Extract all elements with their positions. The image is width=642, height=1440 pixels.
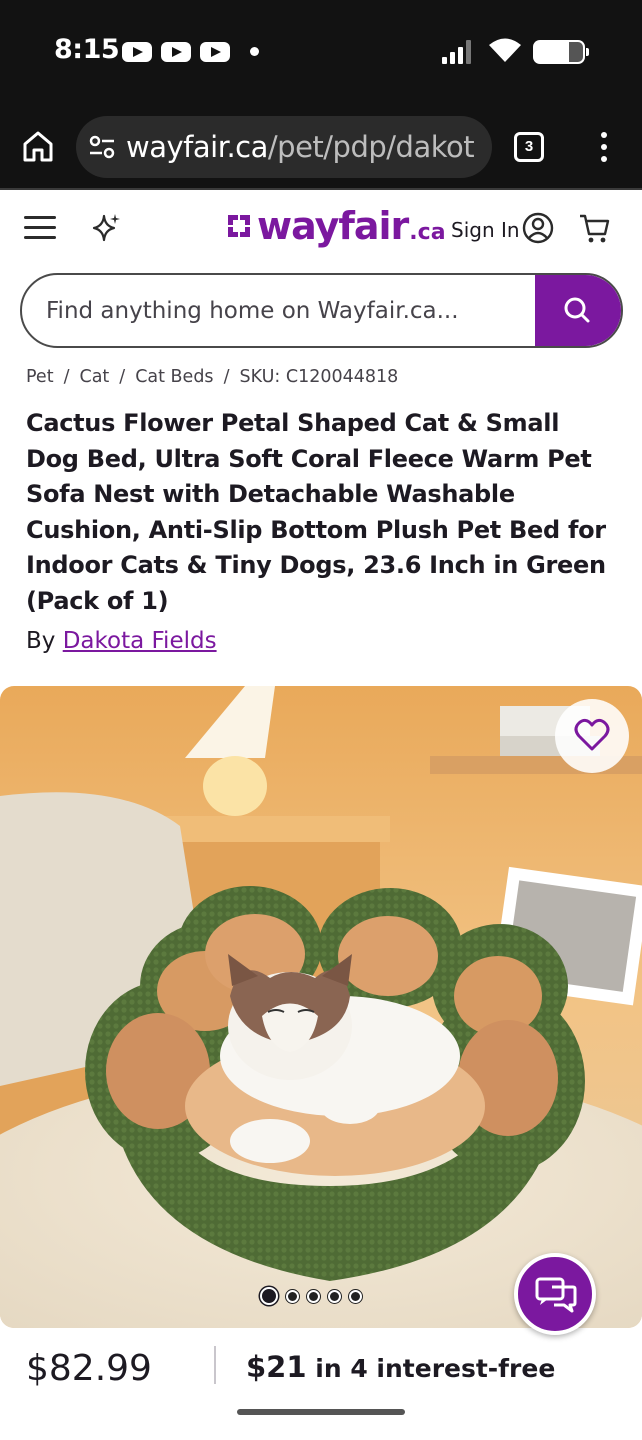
product-image[interactable] (0, 686, 642, 1328)
carousel-dot[interactable] (260, 1287, 278, 1305)
financing-terms: in 4 interest-free (306, 1354, 556, 1383)
url-domain: wayfair.ca (126, 130, 268, 164)
logo-suffix: .ca (409, 219, 446, 245)
youtube-notification-icon (122, 42, 152, 62)
brand-link[interactable]: Dakota Fields (63, 628, 217, 654)
site-settings-icon[interactable] (88, 134, 116, 160)
wifi-icon (489, 38, 521, 62)
url-text: wayfair.ca/pet/pdp/dakot (126, 130, 482, 164)
breadcrumb-separator: / (63, 367, 70, 387)
youtube-notification-icon (200, 42, 230, 62)
breadcrumb-item-pet[interactable]: Pet (26, 367, 54, 387)
youtube-notification-icon (161, 42, 191, 62)
carousel-dot[interactable] (286, 1289, 299, 1303)
address-bar[interactable]: wayfair.ca/pet/pdp/dakot (76, 116, 492, 178)
account-icon[interactable] (522, 212, 554, 244)
favorite-button[interactable] (555, 699, 629, 773)
by-label: By (26, 628, 56, 654)
more-notifications-icon (250, 47, 259, 56)
financing-amount: $21 (246, 1350, 307, 1384)
home-indicator[interactable] (237, 1409, 405, 1415)
menu-icon[interactable] (24, 216, 56, 240)
url-path: /pet/pdp/dakot (267, 130, 475, 164)
search-bar (20, 273, 623, 348)
wayfair-logo[interactable]: wayfair .ca (224, 204, 446, 248)
tab-switcher-button[interactable]: 3 (514, 132, 544, 162)
status-time: 8:15 (54, 34, 120, 65)
logo-text: wayfair (257, 204, 409, 248)
home-icon[interactable] (20, 128, 56, 164)
site-header: wayfair .ca Sign In (0, 192, 642, 266)
search-icon (564, 297, 590, 323)
chat-icon (535, 1277, 577, 1313)
image-carousel-dots (260, 1287, 362, 1305)
product-price: $82.99 (26, 1348, 152, 1389)
breadcrumb-separator: / (119, 367, 126, 387)
search-input[interactable] (46, 275, 536, 346)
sign-in-link[interactable]: Sign In (451, 218, 520, 242)
carousel-dot[interactable] (307, 1289, 320, 1303)
carousel-dot[interactable] (349, 1289, 362, 1303)
signal-icon (442, 40, 476, 64)
price-divider (214, 1346, 216, 1384)
breadcrumb-separator: / (223, 367, 230, 387)
carousel-dot[interactable] (328, 1289, 341, 1303)
financing-text: $21 in 4 interest-free (246, 1350, 555, 1384)
cart-icon[interactable] (578, 212, 610, 244)
chat-button[interactable] (514, 1253, 596, 1335)
brand-byline: By Dakota Fields (26, 628, 217, 654)
heart-icon (574, 718, 610, 751)
sparkle-icon[interactable] (90, 212, 122, 244)
breadcrumb-item-cat-beds[interactable]: Cat Beds (135, 367, 213, 387)
breadcrumb: Pet / Cat / Cat Beds / SKU: C120044818 (26, 367, 398, 387)
battery-icon (533, 40, 589, 64)
breadcrumb-item-cat[interactable]: Cat (79, 367, 109, 387)
more-menu-icon[interactable] (596, 130, 612, 164)
sku-label: SKU: C120044818 (239, 367, 399, 387)
search-button[interactable] (535, 275, 621, 346)
wayfair-pinwheel-icon (228, 215, 250, 237)
status-bar: 8:15 (0, 0, 642, 104)
product-title: Cactus Flower Petal Shaped Cat & Small D… (26, 409, 606, 615)
browser-toolbar: wayfair.ca/pet/pdp/dakot 3 (0, 104, 642, 190)
